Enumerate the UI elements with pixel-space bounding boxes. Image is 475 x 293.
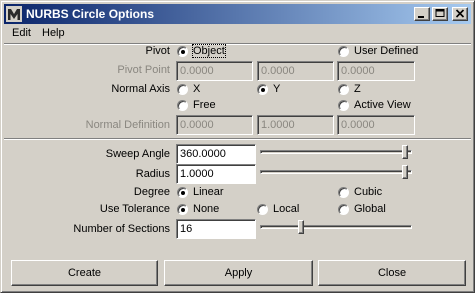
normal-axis-label: Normal Axis	[111, 83, 170, 95]
menu-edit[interactable]: Edit	[11, 27, 32, 39]
maya-icon	[6, 6, 22, 22]
normal-axis-active-view-label: Active View	[354, 99, 411, 111]
radio-button-icon	[177, 204, 188, 215]
pivot-point-x-field[interactable]: 0.0000	[176, 61, 253, 81]
number-of-sections-label: Number of Sections	[73, 223, 170, 235]
radio-button-icon	[338, 187, 349, 198]
radius-slider-thumb[interactable]	[402, 165, 408, 179]
use-tolerance-global-label: Global	[354, 203, 386, 215]
normal-definition-z-field[interactable]: 0.0000	[337, 115, 415, 135]
radius-field[interactable]: 1.0000	[176, 164, 256, 184]
radio-button-icon	[338, 46, 349, 57]
menu-bar: Edit Help	[4, 25, 471, 43]
pivot-point-y-field[interactable]: 0.0000	[257, 61, 334, 81]
sweep-angle-slider-thumb[interactable]	[402, 145, 408, 159]
normal-definition-y-field[interactable]: 1.0000	[257, 115, 334, 135]
minimize-button[interactable]	[414, 7, 430, 21]
menu-help[interactable]: Help	[41, 27, 66, 39]
maximize-icon	[435, 9, 445, 17]
normal-axis-z-label: Z	[354, 83, 361, 95]
maximize-button[interactable]	[432, 7, 448, 21]
normal-axis-y-label: Y	[273, 83, 281, 95]
radio-button-icon	[257, 204, 268, 215]
radio-button-icon	[338, 100, 349, 111]
degree-cubic-label: Cubic	[354, 186, 383, 198]
sweep-angle-slider[interactable]	[260, 150, 412, 154]
radius-slider[interactable]	[260, 170, 412, 174]
use-tolerance-local-label: Local	[273, 203, 300, 215]
pivot-label: Pivot	[145, 45, 170, 57]
create-button[interactable]: Create	[11, 260, 158, 286]
apply-button[interactable]: Apply	[164, 260, 313, 286]
nurbs-circle-options-window: NURBS Circle Options Edit Help Pivot Obj…	[0, 0, 475, 293]
radio-button-icon	[177, 84, 188, 95]
close-icon	[455, 9, 465, 18]
radio-button-icon	[177, 187, 188, 198]
close-button[interactable]: Close	[318, 260, 466, 286]
radio-button-icon	[257, 84, 268, 95]
normal-axis-x-label: X	[193, 83, 201, 95]
close-window-button[interactable]	[452, 7, 468, 21]
pivot-user-defined-label: User Defined	[354, 45, 419, 57]
number-of-sections-slider-thumb[interactable]	[298, 220, 305, 234]
pivot-object-label: Object	[192, 44, 226, 58]
degree-linear-label: Linear	[193, 186, 224, 198]
number-of-sections-field[interactable]: 16	[176, 219, 256, 239]
normal-definition-x-field[interactable]: 0.0000	[176, 115, 253, 135]
radio-button-icon	[177, 46, 188, 57]
number-of-sections-slider[interactable]	[260, 225, 412, 229]
pivot-point-label: Pivot Point	[117, 64, 170, 76]
radio-button-icon	[338, 204, 349, 215]
sweep-angle-field[interactable]: 360.0000	[176, 144, 256, 164]
use-tolerance-none-label: None	[193, 203, 220, 215]
window-title: NURBS Circle Options	[26, 7, 155, 21]
degree-label: Degree	[133, 186, 170, 198]
section-divider	[4, 138, 471, 140]
radio-button-icon	[338, 84, 349, 95]
radius-label: Radius	[135, 168, 170, 180]
radio-button-icon	[177, 100, 188, 111]
normal-definition-label: Normal Definition	[85, 119, 170, 131]
use-tolerance-label: Use Tolerance	[99, 203, 170, 215]
title-bar[interactable]: NURBS Circle Options	[4, 4, 471, 24]
sweep-angle-label: Sweep Angle	[105, 148, 170, 160]
normal-axis-free-label: Free	[193, 99, 216, 111]
minimize-icon	[418, 16, 424, 18]
pivot-point-z-field[interactable]: 0.0000	[337, 61, 415, 81]
